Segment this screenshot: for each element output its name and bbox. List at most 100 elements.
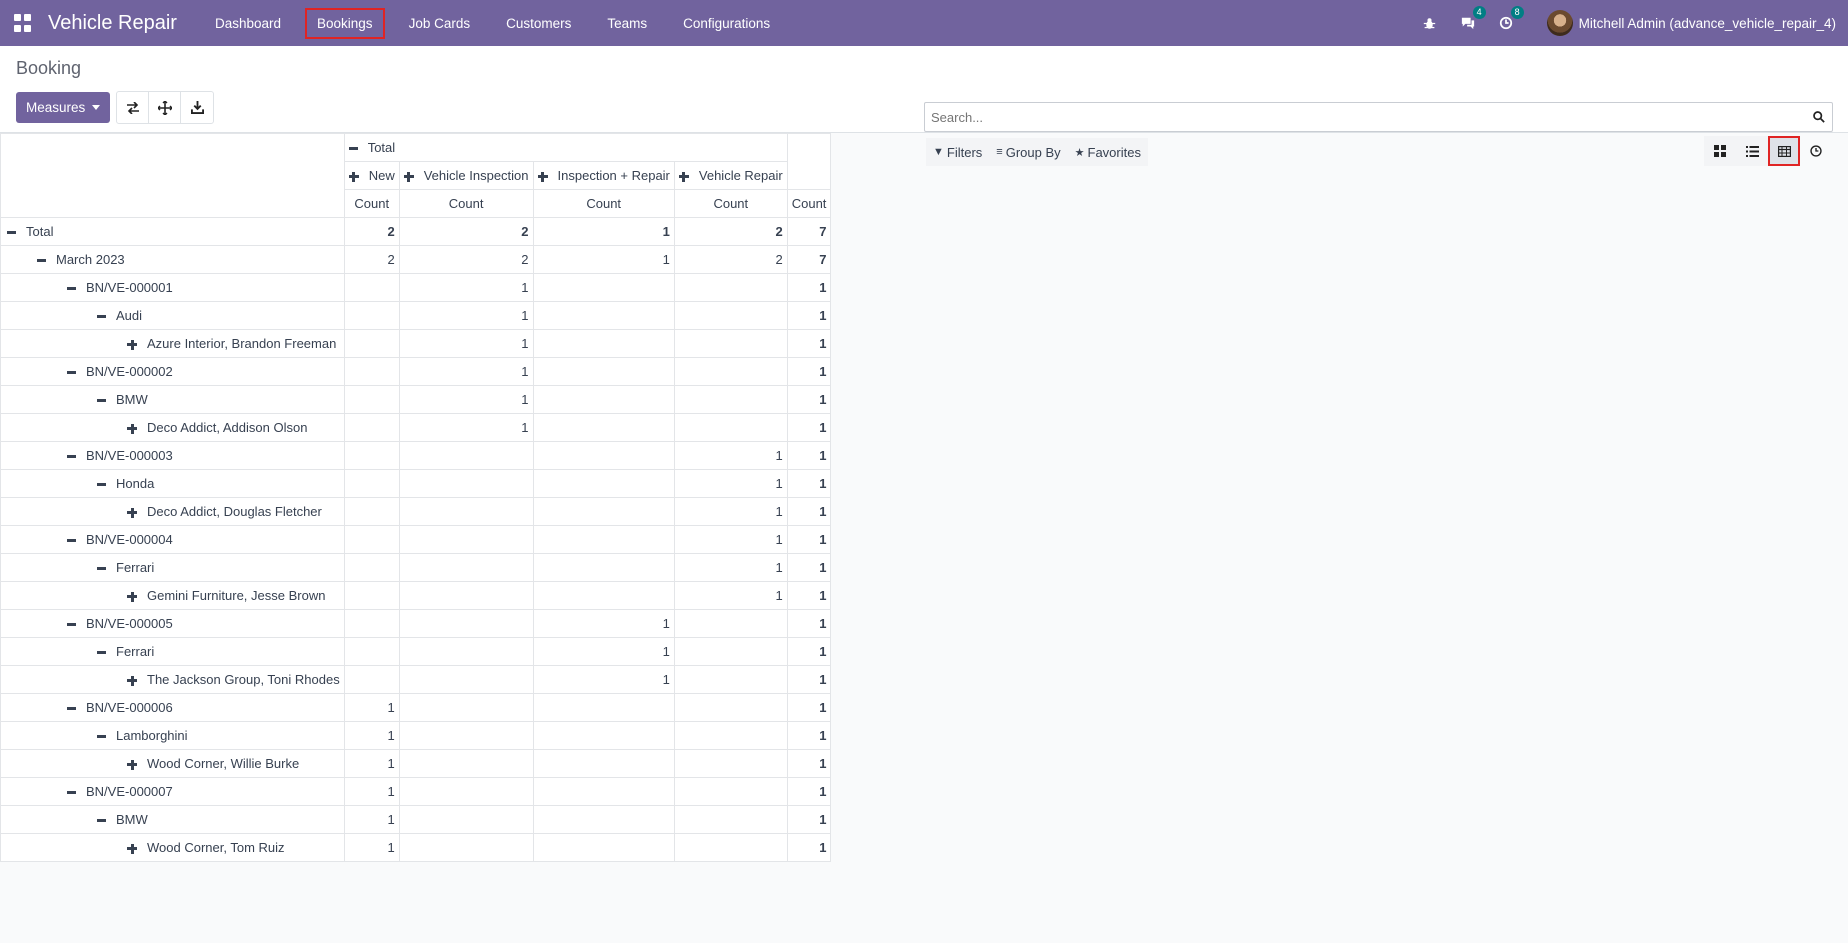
col-header-total[interactable]: Total [343, 133, 788, 162]
col-header-inspection-repair[interactable]: Inspection + Repair [532, 161, 675, 190]
pivot-row-total[interactable]: 1 [786, 749, 832, 778]
activity-view-icon[interactable] [1800, 136, 1832, 166]
row-header[interactable]: Ferrari [0, 553, 345, 582]
pivot-row-total[interactable]: 1 [786, 721, 832, 750]
pivot-cell[interactable]: 1 [673, 581, 788, 610]
pivot-row-total[interactable]: 1 [786, 497, 832, 526]
pivot-cell[interactable]: 2 [673, 217, 788, 246]
measures-dropdown-button[interactable]: Measures [16, 92, 111, 123]
pivot-row-total[interactable]: 1 [786, 301, 832, 330]
row-header[interactable]: Audi [0, 301, 345, 330]
pivot-cell[interactable] [343, 581, 400, 610]
pivot-cell[interactable]: 1 [343, 721, 400, 750]
pivot-cell[interactable] [673, 301, 788, 330]
pivot-cell[interactable] [673, 749, 788, 778]
measure-header[interactable]: Count [343, 189, 400, 218]
pivot-cell[interactable] [398, 665, 534, 694]
kanban-view-icon[interactable] [1704, 136, 1736, 166]
pivot-cell[interactable]: 1 [343, 833, 400, 862]
row-header[interactable]: BN/VE-000003 [0, 441, 345, 470]
pivot-cell[interactable] [343, 273, 400, 302]
pivot-cell[interactable]: 1 [673, 441, 788, 470]
pivot-row-total[interactable]: 1 [786, 413, 832, 442]
messages-icon[interactable]: 4 [1459, 6, 1486, 32]
search-input[interactable] [925, 103, 1806, 131]
pivot-cell[interactable]: 1 [398, 385, 534, 414]
pivot-row-total[interactable]: 1 [786, 525, 832, 554]
row-header[interactable]: Lamborghini [0, 721, 345, 750]
pivot-row-total[interactable]: 7 [786, 217, 832, 246]
pivot-cell[interactable]: 1 [673, 497, 788, 526]
menu-item-bookings[interactable]: Bookings [305, 7, 385, 39]
pivot-cell[interactable]: 1 [673, 553, 788, 582]
pivot-row-total[interactable]: 1 [786, 553, 832, 582]
row-header[interactable]: March 2023 [0, 245, 345, 274]
row-header[interactable]: BMW [0, 385, 345, 414]
pivot-cell[interactable] [673, 777, 788, 806]
pivot-cell[interactable]: 2 [398, 217, 534, 246]
col-header-vehicle-repair[interactable]: Vehicle Repair [673, 161, 788, 190]
row-header[interactable]: Gemini Furniture, Jesse Brown [0, 581, 345, 610]
pivot-cell[interactable] [343, 497, 400, 526]
pivot-cell[interactable] [532, 777, 675, 806]
pivot-cell[interactable] [343, 665, 400, 694]
pivot-cell[interactable] [673, 329, 788, 358]
pivot-cell[interactable]: 2 [343, 217, 400, 246]
user-avatar[interactable] [1546, 10, 1573, 36]
app-title[interactable]: Vehicle Repair [48, 12, 177, 35]
pivot-cell[interactable] [343, 357, 400, 386]
pivot-cell[interactable] [532, 805, 675, 834]
user-menu[interactable]: Mitchell Admin (advance_vehicle_repair_4… [1579, 16, 1836, 31]
menu-item-job-cards[interactable]: Job Cards [397, 8, 483, 39]
pivot-cell[interactable] [673, 273, 788, 302]
row-header[interactable]: Wood Corner, Willie Burke [0, 749, 345, 778]
pivot-cell[interactable] [532, 273, 675, 302]
measure-header[interactable]: Count [786, 189, 832, 218]
pivot-cell[interactable] [532, 749, 675, 778]
pivot-row-total[interactable]: 1 [786, 357, 832, 386]
pivot-row-total[interactable]: 1 [786, 329, 832, 358]
pivot-cell[interactable]: 2 [398, 245, 534, 274]
measure-header[interactable]: Count [398, 189, 534, 218]
pivot-cell[interactable]: 1 [398, 357, 534, 386]
pivot-cell[interactable] [673, 721, 788, 750]
pivot-cell[interactable] [532, 833, 675, 862]
pivot-row-total[interactable]: 1 [786, 805, 832, 834]
pivot-cell[interactable] [532, 385, 675, 414]
pivot-cell[interactable] [532, 329, 675, 358]
download-xlsx-button[interactable] [181, 92, 213, 123]
pivot-row-total[interactable]: 1 [786, 665, 832, 694]
pivot-cell[interactable] [398, 637, 534, 666]
pivot-cell[interactable] [343, 609, 400, 638]
menu-item-configurations[interactable]: Configurations [671, 8, 782, 39]
row-header[interactable]: Deco Addict, Douglas Fletcher [0, 497, 345, 526]
row-header[interactable]: Total [0, 217, 345, 246]
pivot-cell[interactable] [398, 609, 534, 638]
expand-all-button[interactable] [149, 92, 182, 123]
pivot-cell[interactable]: 1 [343, 749, 400, 778]
pivot-cell[interactable]: 1 [343, 805, 400, 834]
pivot-cell[interactable] [532, 553, 675, 582]
search-icon[interactable] [1806, 103, 1832, 131]
pivot-cell[interactable]: 1 [532, 245, 675, 274]
pivot-cell[interactable] [673, 805, 788, 834]
row-header[interactable]: Wood Corner, Tom Ruiz [0, 833, 345, 862]
pivot-row-total[interactable]: 1 [786, 385, 832, 414]
pivot-cell[interactable] [532, 357, 675, 386]
menu-item-dashboard[interactable]: Dashboard [203, 8, 293, 39]
pivot-cell[interactable] [532, 441, 675, 470]
pivot-cell[interactable] [398, 525, 534, 554]
pivot-cell[interactable] [398, 469, 534, 498]
pivot-cell[interactable]: 1 [398, 301, 534, 330]
pivot-cell[interactable] [673, 833, 788, 862]
apps-menu-icon[interactable] [14, 14, 32, 32]
pivot-cell[interactable] [532, 301, 675, 330]
pivot-cell[interactable] [398, 497, 534, 526]
pivot-cell[interactable] [343, 385, 400, 414]
pivot-cell[interactable] [343, 441, 400, 470]
pivot-cell[interactable] [398, 777, 534, 806]
row-header[interactable]: BN/VE-000007 [0, 777, 345, 806]
menu-item-customers[interactable]: Customers [494, 8, 583, 39]
pivot-cell[interactable] [673, 665, 788, 694]
pivot-cell[interactable] [532, 721, 675, 750]
